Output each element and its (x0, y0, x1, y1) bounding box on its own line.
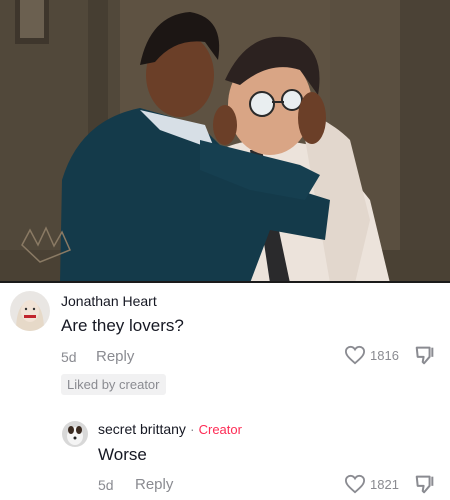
reply-button[interactable]: Reply (135, 476, 173, 493)
post-illustration (0, 0, 450, 283)
reply-username-row: secret brittany · Creator (98, 421, 242, 437)
like-count: 1821 (370, 476, 399, 492)
thumbs-down-icon[interactable] (414, 344, 436, 366)
separator: · (189, 421, 195, 437)
heart-icon[interactable] (344, 474, 366, 494)
like-count: 1816 (370, 347, 399, 363)
comment-age: 5d (61, 349, 77, 365)
dislike-button[interactable] (414, 473, 436, 500)
like-button[interactable]: 1816 (344, 345, 399, 365)
creator-badge: Creator (198, 422, 242, 437)
reply-text: Worse (98, 445, 147, 464)
liked-by-creator-badge: Liked by creator (61, 374, 166, 395)
like-button[interactable]: 1821 (344, 474, 399, 494)
comment-text: Are they lovers? (61, 316, 184, 335)
thumbs-down-icon[interactable] (414, 473, 436, 495)
reply-username[interactable]: secret brittany (98, 421, 186, 437)
reply-item: secret brittany · Creator Worse 5d Reply 1… (0, 405, 450, 500)
reply-age: 5d (98, 477, 114, 493)
avatar[interactable] (62, 421, 88, 447)
heart-icon[interactable] (344, 345, 366, 365)
comment-username[interactable]: Jonathan Heart (61, 293, 157, 309)
comment-item: Jonathan Heart Are they lovers? 5d Reply… (0, 283, 450, 400)
avatar[interactable] (10, 291, 50, 331)
dislike-button[interactable] (414, 344, 436, 371)
reply-button[interactable]: Reply (96, 348, 134, 365)
